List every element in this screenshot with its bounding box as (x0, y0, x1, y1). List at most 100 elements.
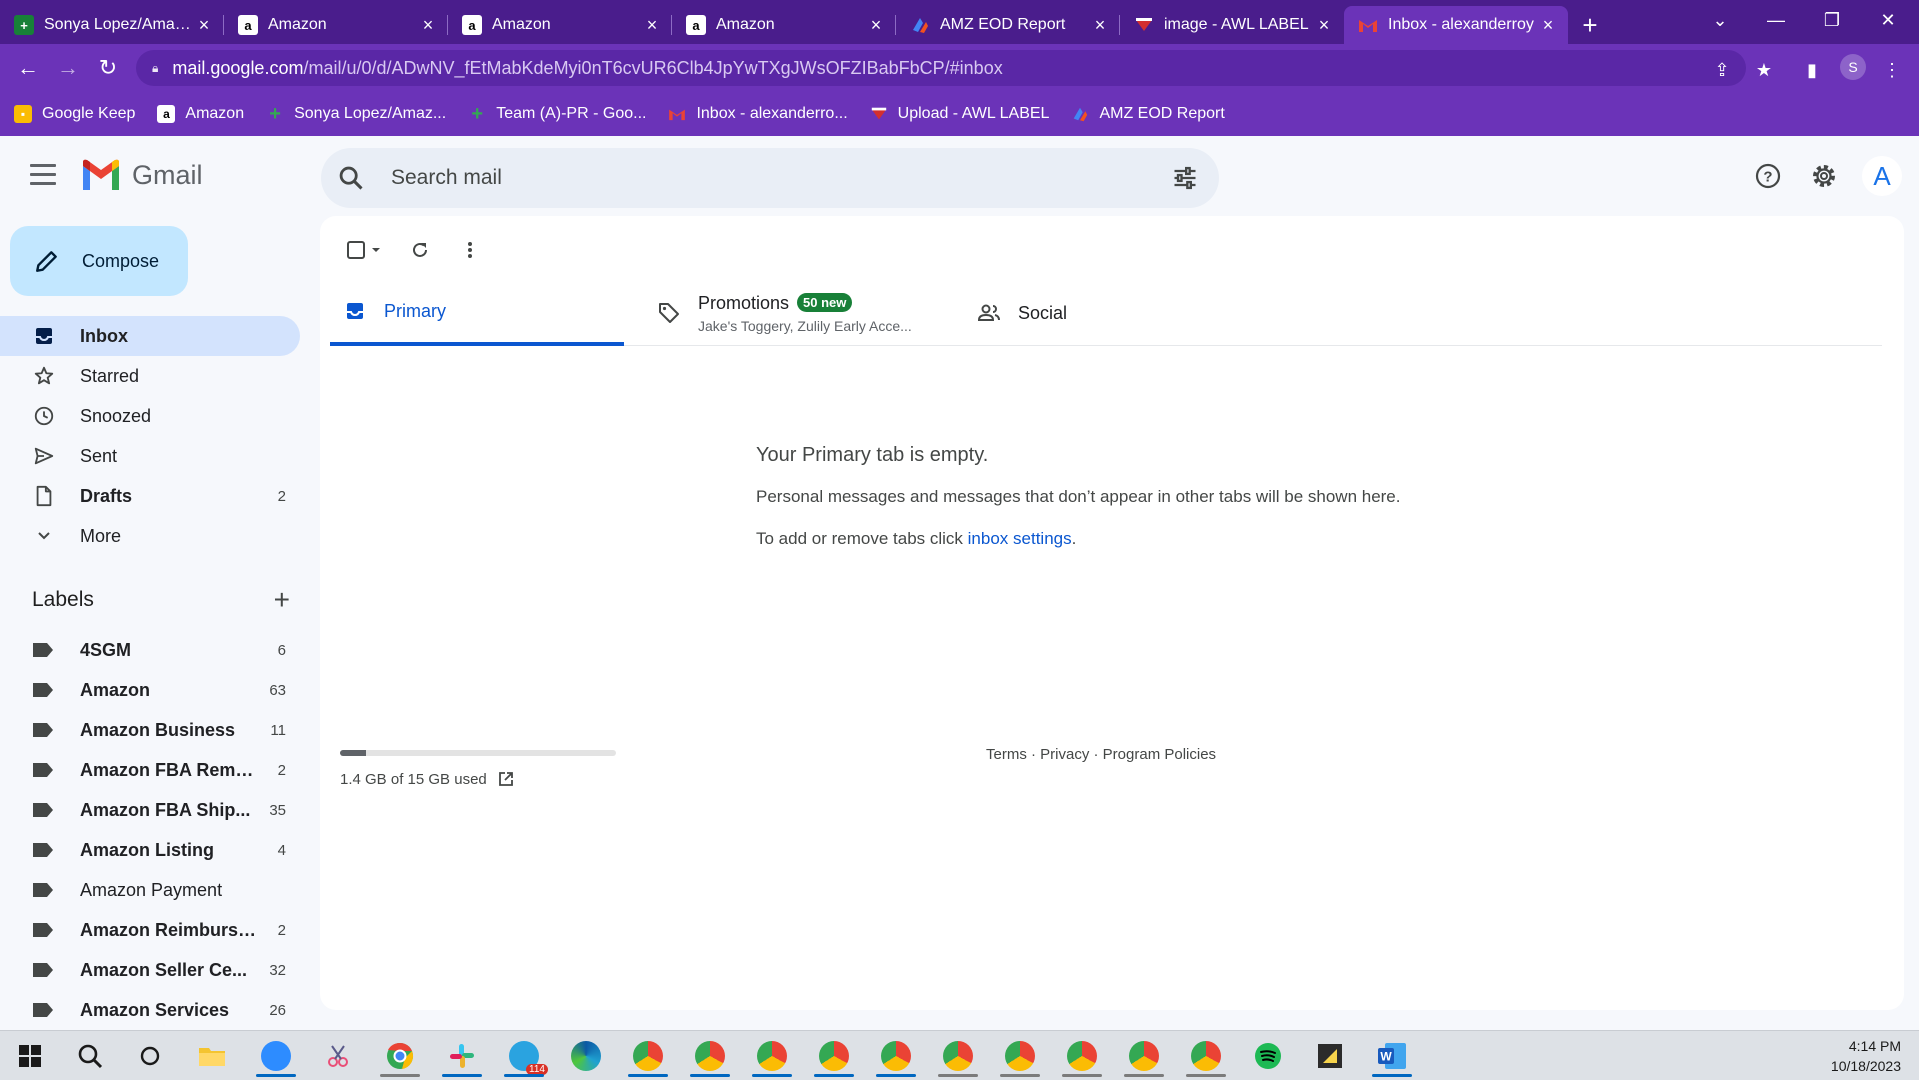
label-item[interactable]: Amazon Listing 4 (0, 830, 300, 870)
label-item[interactable]: Amazon Business 11 (0, 710, 300, 750)
restore-button[interactable]: ❐ (1804, 0, 1860, 40)
bookmark-star-icon[interactable]: ★ (1752, 58, 1776, 82)
account-avatar[interactable]: A (1862, 156, 1902, 196)
share-icon[interactable]: ⇪ (1710, 58, 1734, 82)
browser-tab[interactable]: AMZ EOD Report × (896, 6, 1120, 44)
bookmark-item[interactable]: + Team (A)-PR - Goo... (468, 102, 646, 125)
close-icon[interactable]: × (1090, 15, 1110, 36)
inbox-settings-link[interactable]: inbox settings (968, 529, 1072, 548)
tab-primary[interactable]: Primary (330, 280, 624, 346)
nav-more[interactable]: More (0, 516, 300, 556)
address-bar[interactable]: 🔒︎ mail.google.com/mail/u/0/d/ADwNV_fEtM… (136, 50, 1746, 86)
browser-tab[interactable]: a Amazon × (672, 6, 896, 44)
close-icon[interactable]: × (418, 15, 438, 36)
back-icon[interactable]: ← (14, 54, 42, 82)
forward-icon[interactable]: → (54, 54, 82, 82)
lock-icon[interactable]: 🔒︎ (152, 61, 158, 76)
label-item[interactable]: Amazon Reimburse... 2 (0, 910, 300, 950)
file-explorer-icon[interactable] (186, 1035, 238, 1077)
chrome-icon[interactable] (808, 1035, 860, 1077)
chrome-icon[interactable] (1118, 1035, 1170, 1077)
chrome-icon[interactable] (1056, 1035, 1108, 1077)
telegram-icon[interactable]: 114 (498, 1035, 550, 1077)
more-options-icon[interactable] (452, 232, 488, 268)
plus-cross-icon: + (471, 102, 484, 125)
nav-inbox[interactable]: Inbox (0, 316, 300, 356)
menu-kebab-icon[interactable]: ⋮ (1880, 58, 1904, 82)
settings-gear-icon[interactable] (1806, 158, 1842, 194)
bookmark-item[interactable]: a Amazon (157, 105, 244, 123)
label-item[interactable]: Amazon FBA Remo... 2 (0, 750, 300, 790)
close-window-button[interactable]: ✕ (1860, 0, 1916, 40)
chrome-icon[interactable] (932, 1035, 984, 1077)
label-item[interactable]: Amazon Seller Ce... 32 (0, 950, 300, 990)
browser-tab[interactable]: a Amazon × (224, 6, 448, 44)
main-menu-icon[interactable] (30, 164, 56, 186)
chrome-icon[interactable] (1180, 1035, 1232, 1077)
slack-icon[interactable] (436, 1035, 488, 1077)
footer-links[interactable]: Terms · Privacy · Program Policies (986, 746, 1216, 763)
browser-tab[interactable]: image - AWL LABEL × (1120, 6, 1344, 44)
help-icon[interactable]: ? (1750, 158, 1786, 194)
nav-drafts[interactable]: Drafts 2 (0, 476, 300, 516)
refresh-icon[interactable] (402, 232, 438, 268)
task-view-icon[interactable] (124, 1035, 176, 1077)
chrome-icon[interactable] (622, 1035, 674, 1077)
tab-promotions[interactable]: Promotions 50 new Jake's Toggery, Zulily … (656, 280, 946, 346)
word-icon[interactable]: W (1366, 1035, 1418, 1077)
gmail-brand: Gmail (132, 160, 203, 190)
bookmark-item[interactable]: Upload - AWL LABEL (870, 105, 1049, 123)
chrome-icon[interactable] (746, 1035, 798, 1077)
chrome-icon[interactable] (870, 1035, 922, 1077)
zoom-icon[interactable] (250, 1035, 302, 1077)
nav-starred[interactable]: Starred (0, 356, 300, 396)
reload-icon[interactable]: ↻ (94, 54, 122, 82)
bookmark-item[interactable]: AMZ EOD Report (1071, 105, 1225, 123)
close-icon[interactable]: × (866, 15, 886, 36)
tab-social[interactable]: Social (976, 280, 1236, 346)
close-icon[interactable]: × (642, 15, 662, 36)
compose-button[interactable]: Compose (10, 226, 188, 296)
search-icon[interactable] (64, 1035, 116, 1077)
gmail-logo-icon[interactable] (80, 158, 122, 192)
sticky-notes-icon[interactable] (1304, 1035, 1356, 1077)
search-options-icon[interactable] (1171, 164, 1199, 192)
open-external-icon[interactable] (497, 770, 515, 788)
tab-search-icon[interactable]: ⌄ (1692, 0, 1748, 40)
chrome-icon[interactable] (684, 1035, 736, 1077)
label-item[interactable]: Amazon Payment (0, 870, 300, 910)
add-label-icon[interactable]: + (274, 584, 290, 616)
bookmark-item[interactable]: + Sonya Lopez/Amaz... (266, 103, 446, 125)
browser-tab[interactable]: a Amazon × (448, 6, 672, 44)
system-clock[interactable]: 4:14 PM 10/18/2023 (1831, 1036, 1901, 1076)
label-tag-icon (33, 723, 53, 737)
search-icon[interactable] (337, 164, 365, 192)
select-all-checkbox[interactable] (342, 232, 388, 268)
nav-snoozed[interactable]: Snoozed (0, 396, 300, 436)
label-item[interactable]: Amazon 63 (0, 670, 300, 710)
browser-tab[interactable]: + Sonya Lopez/Amazon × (0, 6, 224, 44)
bookmark-item[interactable]: Inbox - alexanderro... (668, 105, 848, 123)
close-icon[interactable]: × (1538, 15, 1558, 36)
side-panel-icon[interactable]: ▮ (1800, 58, 1824, 82)
browser-tab-active[interactable]: Inbox - alexanderroy × (1344, 6, 1568, 44)
chrome-icon[interactable] (994, 1035, 1046, 1077)
label-name: 4SGM (80, 639, 132, 660)
minimize-button[interactable]: — (1748, 0, 1804, 40)
close-icon[interactable]: × (1314, 15, 1334, 36)
label-item[interactable]: 4SGM 6 (0, 630, 300, 670)
nav-sent[interactable]: Sent (0, 436, 300, 476)
edge-icon[interactable] (560, 1035, 612, 1077)
label-item[interactable]: Amazon FBA Ship... 35 (0, 790, 300, 830)
new-tab-button[interactable]: + (1568, 6, 1612, 44)
chrome-icon[interactable] (374, 1035, 426, 1077)
label-item[interactable]: Amazon Services 26 (0, 990, 300, 1026)
nav-label: Starred (80, 365, 140, 386)
profile-avatar[interactable]: S (1840, 54, 1866, 80)
spotify-icon[interactable] (1242, 1035, 1294, 1077)
snip-icon[interactable] (312, 1035, 364, 1077)
windows-start-icon[interactable] (4, 1035, 56, 1077)
search-input[interactable]: Search mail (321, 148, 1219, 208)
bookmark-item[interactable]: ▪ Google Keep (14, 105, 135, 123)
close-icon[interactable]: × (194, 15, 214, 36)
